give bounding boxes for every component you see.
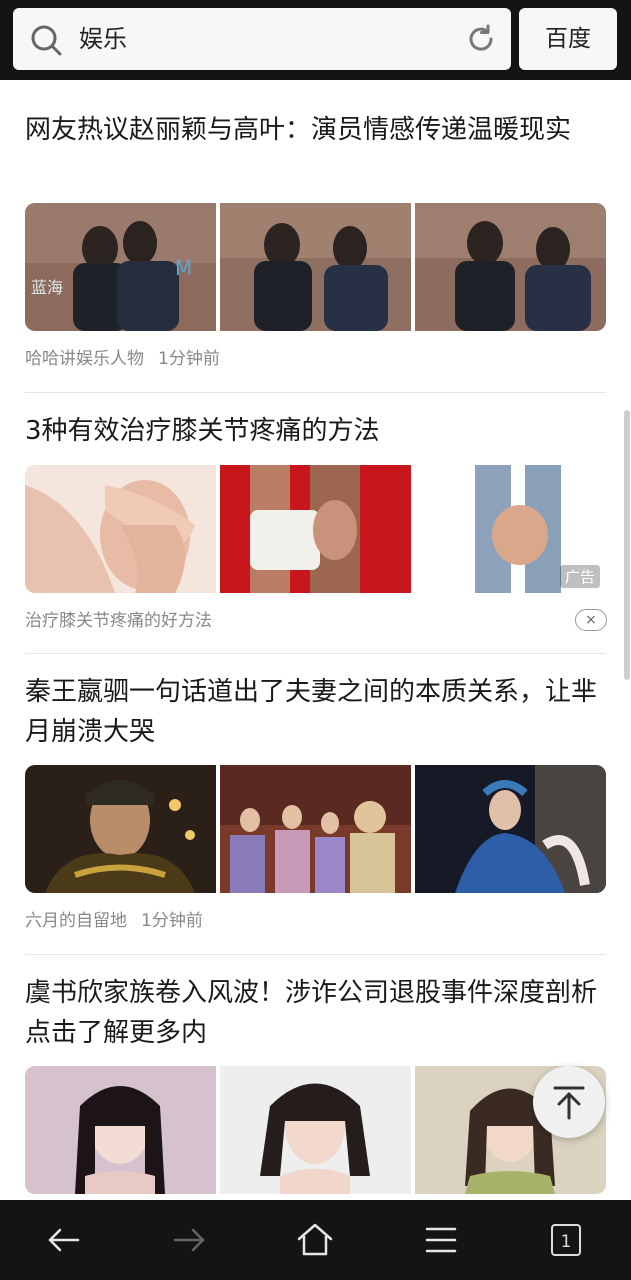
news-image	[415, 203, 606, 331]
arrow-up-to-top-icon	[553, 1086, 585, 1120]
arrow-left-icon[interactable]	[44, 1220, 84, 1260]
news-title[interactable]: 秦王嬴驷一句话道出了夫妻之间的本质关系，让芈月崩溃大哭	[25, 672, 597, 752]
news-image	[25, 1066, 216, 1194]
ad-label: 广告	[559, 565, 600, 588]
scrollbar[interactable]	[624, 410, 630, 680]
close-ad-button[interactable]: ×	[575, 609, 607, 631]
search-icon	[31, 25, 62, 56]
news-meta: 六月的自留地 1分钟前	[25, 909, 203, 933]
news-time: 1分钟前	[158, 349, 220, 369]
arrow-right-icon[interactable]	[169, 1220, 209, 1260]
svg-text:M: M	[175, 256, 192, 280]
baidu-search-button[interactable]: 百度	[519, 8, 617, 70]
news-feed[interactable]: 网友热议赵丽颖与高叶：演员情感传递温暖现实 蓝海 M 蓝海	[0, 80, 631, 1200]
bottom-nav-bar	[0, 1200, 631, 1280]
news-title[interactable]: 虞书欣家族卷入风波！涉诈公司退股事件深度剖析点击了解更多内	[25, 973, 597, 1053]
menu-icon[interactable]	[421, 1220, 461, 1260]
ad-title[interactable]: 3种有效治疗膝关节疼痛的方法	[25, 411, 597, 451]
news-thumbnails[interactable]	[25, 765, 606, 893]
news-source: 六月的自留地	[25, 911, 127, 931]
news-title[interactable]: 网友热议赵丽颖与高叶：演员情感传递温暖现实	[25, 110, 597, 150]
tabs-button[interactable]: 1	[551, 1224, 581, 1256]
search-input[interactable]: 娱乐	[13, 8, 511, 70]
news-image	[220, 765, 411, 893]
news-image	[415, 765, 606, 893]
ad-image	[220, 465, 411, 593]
refresh-icon[interactable]	[465, 23, 497, 55]
news-thumbnails[interactable]	[25, 1066, 606, 1194]
divider	[25, 653, 606, 654]
back-to-top-button[interactable]	[533, 1066, 605, 1138]
ad-image	[25, 465, 216, 593]
news-image	[220, 1066, 411, 1194]
news-image: 蓝海	[220, 203, 411, 331]
news-time: 1分钟前	[141, 911, 203, 931]
news-image: 蓝海 M	[25, 203, 216, 331]
ad-image: 广告	[415, 465, 606, 593]
news-meta: 哈哈讲娱乐人物 1分钟前	[25, 347, 220, 371]
ad-source: 治疗膝关节疼痛的好方法	[25, 611, 212, 631]
news-source: 哈哈讲娱乐人物	[25, 349, 144, 369]
home-icon[interactable]	[295, 1220, 335, 1260]
ad-thumbnails[interactable]: 广告	[25, 465, 606, 593]
divider	[25, 954, 606, 955]
svg-text:蓝海: 蓝海	[31, 278, 63, 297]
news-thumbnails[interactable]: 蓝海 M 蓝海	[25, 203, 606, 331]
search-query-text: 娱乐	[79, 25, 127, 53]
news-image	[25, 765, 216, 893]
divider	[25, 392, 606, 393]
top-bar: 娱乐 百度	[0, 0, 631, 80]
